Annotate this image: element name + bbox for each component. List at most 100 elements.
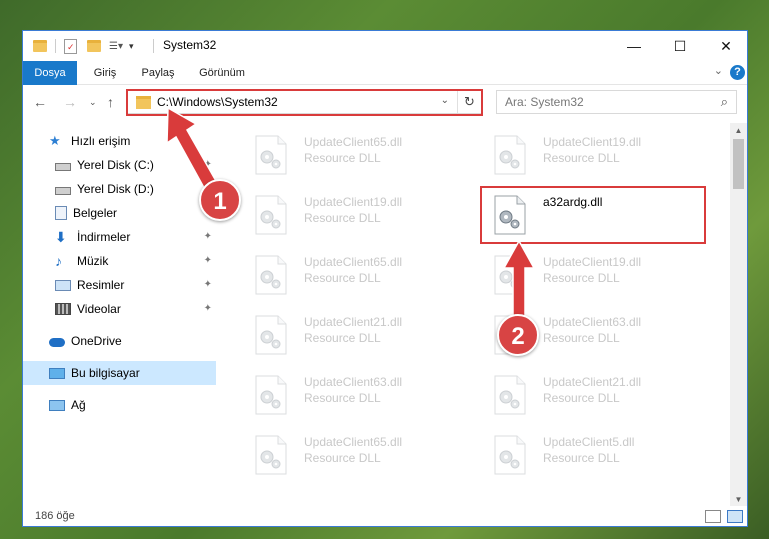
- file-highlight-box: [480, 186, 706, 244]
- file-item[interactable]: UpdateClient19.dll Resource DLL: [240, 187, 470, 243]
- file-type: Resource DLL: [304, 151, 381, 165]
- new-folder-icon[interactable]: [87, 40, 101, 52]
- tab-share[interactable]: Paylaş: [131, 61, 185, 85]
- file-type: Resource DLL: [543, 451, 620, 465]
- file-name: UpdateClient21.dll: [304, 315, 403, 329]
- file-item[interactable]: UpdateClient19.dll Resource DLL: [479, 127, 709, 183]
- file-type: Resource DLL: [304, 211, 381, 225]
- sidebar-item-documents[interactable]: Belgeler ✦: [23, 201, 216, 225]
- sidebar-item-this-pc[interactable]: Bu bilgisayar: [23, 361, 216, 385]
- tiles-view-icon[interactable]: [727, 510, 743, 523]
- tab-file[interactable]: Dosya: [23, 61, 77, 85]
- file-name: UpdateClient19.dll: [543, 255, 642, 269]
- sidebar-item-disk-d[interactable]: Yerel Disk (D:) ✦: [23, 177, 216, 201]
- sidebar-item-downloads[interactable]: ⬇ İndirmeler ✦: [23, 225, 216, 249]
- sidebar-item-disk-c[interactable]: Yerel Disk (C:) ✦: [23, 153, 216, 177]
- dll-file-icon: [494, 375, 526, 415]
- sidebar-item-onedrive[interactable]: OneDrive: [23, 329, 216, 353]
- details-view-icon[interactable]: [705, 510, 721, 523]
- dll-file-icon: [255, 375, 287, 415]
- status-bar: 186 öğe: [23, 506, 747, 526]
- file-item[interactable]: UpdateClient65.dll Resource DLL: [240, 127, 470, 183]
- download-icon: ⬇: [55, 229, 67, 245]
- vertical-scrollbar[interactable]: ▲ ▼: [730, 123, 747, 508]
- forward-icon[interactable]: →: [63, 94, 77, 110]
- file-item[interactable]: UpdateClient63.dll Resource DLL: [240, 367, 470, 423]
- file-name: UpdateClient21.dll: [543, 375, 642, 389]
- close-button[interactable]: ✕: [703, 31, 747, 61]
- file-type: Resource DLL: [304, 331, 381, 345]
- sidebar-item-label: Hızlı erişim: [71, 134, 131, 148]
- pin-icon[interactable]: ✦: [204, 231, 212, 242]
- file-item[interactable]: UpdateClient21.dll Resource DLL: [479, 367, 709, 423]
- file-item[interactable]: UpdateClient19.dll Resource DLL: [479, 247, 709, 303]
- help-icon[interactable]: ?: [730, 65, 745, 80]
- file-type: Resource DLL: [543, 271, 620, 285]
- file-type: Resource DLL: [543, 331, 620, 345]
- divider: [55, 39, 56, 53]
- address-highlight-box: [126, 89, 483, 116]
- drive-icon: [55, 162, 71, 171]
- sidebar-item-label: Resimler: [77, 278, 125, 292]
- sidebar-item-label: Yerel Disk (C:): [77, 158, 154, 172]
- sidebar-item-network[interactable]: Ağ: [23, 393, 216, 417]
- navigation-pane: ★ Hızlı erişim Yerel Disk (C:) ✦ Yerel D…: [23, 123, 216, 503]
- dll-file-icon: [494, 135, 526, 175]
- title-bar: ✓ ☰▾ ▾ System32 — ☐ ✕: [23, 31, 747, 61]
- file-name: UpdateClient63.dll: [304, 375, 403, 389]
- sidebar-item-music[interactable]: ♪ Müzik ✦: [23, 249, 216, 273]
- sidebar-item-videos[interactable]: Videolar ✦: [23, 297, 216, 321]
- computer-icon: [49, 367, 65, 379]
- up-icon[interactable]: ↑: [107, 94, 114, 110]
- search-input[interactable]: Ara: System32 ⌕: [496, 90, 737, 114]
- dll-file-icon: [255, 135, 287, 175]
- file-item[interactable]: UpdateClient65.dll Resource DLL: [240, 427, 470, 483]
- sidebar-item-pictures[interactable]: Resimler ✦: [23, 273, 216, 297]
- divider: [153, 39, 154, 53]
- qa-dropdown-icon[interactable]: ▾: [129, 41, 134, 52]
- file-item[interactable]: UpdateClient65.dll Resource DLL: [240, 247, 470, 303]
- star-icon: ★: [49, 133, 61, 148]
- file-name: UpdateClient19.dll: [304, 195, 403, 209]
- item-count: 186 öğe: [35, 510, 75, 522]
- tab-home[interactable]: Giriş: [83, 61, 127, 85]
- search-icon[interactable]: ⌕: [721, 94, 728, 110]
- back-icon[interactable]: ←: [33, 94, 47, 110]
- scroll-up-icon[interactable]: ▲: [730, 123, 747, 139]
- sidebar-item-quick-access[interactable]: ★ Hızlı erişim: [23, 129, 216, 153]
- file-item[interactable]: UpdateClient21.dll Resource DLL: [240, 307, 470, 363]
- dll-file-icon: [255, 315, 287, 355]
- properties-icon[interactable]: ✓: [64, 38, 77, 54]
- ribbon-expand-icon[interactable]: ⌄: [714, 64, 723, 77]
- pin-icon[interactable]: ✦: [204, 303, 212, 314]
- cloud-icon: [49, 338, 65, 347]
- pin-icon[interactable]: ✦: [204, 255, 212, 266]
- file-item[interactable]: UpdateClient5.dll Resource DLL: [479, 427, 709, 483]
- sidebar-item-label: Yerel Disk (D:): [77, 182, 154, 196]
- documents-icon: [55, 206, 67, 220]
- file-name: UpdateClient19.dll: [543, 135, 642, 149]
- file-type: Resource DLL: [543, 151, 620, 165]
- sidebar-item-label: Ağ: [71, 398, 86, 412]
- file-name: UpdateClient63.dll: [543, 315, 642, 329]
- pin-icon[interactable]: ✦: [204, 159, 212, 170]
- dll-file-icon: [255, 195, 287, 235]
- maximize-button[interactable]: ☐: [657, 31, 703, 61]
- search-placeholder: Ara: System32: [505, 95, 584, 109]
- tab-view[interactable]: Görünüm: [191, 61, 253, 85]
- file-name: UpdateClient65.dll: [304, 135, 403, 149]
- scrollbar-thumb[interactable]: [733, 139, 744, 189]
- step-1-badge: 1: [199, 179, 241, 221]
- file-name: UpdateClient5.dll: [543, 435, 635, 449]
- window-title: System32: [163, 38, 217, 52]
- pin-icon[interactable]: ✦: [204, 279, 212, 290]
- videos-icon: [55, 303, 71, 315]
- customize-icon[interactable]: ☰▾: [109, 41, 123, 52]
- recent-dropdown-icon[interactable]: ⌄: [89, 97, 97, 108]
- dll-file-icon: [255, 435, 287, 475]
- drive-icon: [55, 186, 71, 195]
- file-name: UpdateClient65.dll: [304, 435, 403, 449]
- sidebar-item-label: OneDrive: [71, 334, 122, 348]
- minimize-button[interactable]: —: [611, 31, 657, 61]
- ribbon-tabs: Dosya Giriş Paylaş Görünüm ⌄ ?: [23, 61, 747, 85]
